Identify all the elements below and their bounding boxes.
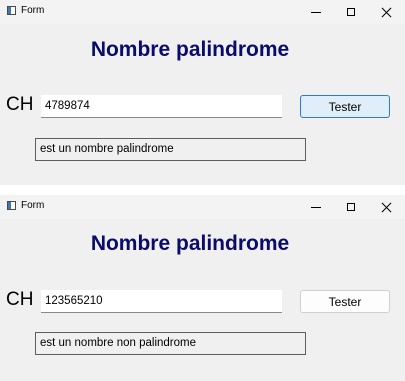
- number-input[interactable]: [41, 290, 282, 313]
- form-window-1: Form Nombre palindrome CH Tester est un …: [0, 0, 405, 185]
- ch-label: CH: [6, 289, 34, 310]
- page-title: Nombre palindrome: [90, 232, 290, 255]
- tester-button[interactable]: Tester: [300, 95, 390, 118]
- close-button[interactable]: [368, 195, 404, 219]
- maximize-button[interactable]: [333, 0, 369, 24]
- app-icon: [7, 6, 16, 15]
- close-icon: [381, 202, 392, 213]
- window-separator: [0, 185, 405, 195]
- ch-label: CH: [6, 94, 34, 115]
- form-window-2: Form Nombre palindrome CH Tester est un …: [0, 195, 405, 381]
- minimize-button[interactable]: [298, 195, 334, 219]
- minimize-icon: [311, 206, 321, 208]
- title-bar[interactable]: Form: [0, 0, 405, 24]
- app-icon: [7, 201, 16, 210]
- tester-button[interactable]: Tester: [300, 290, 390, 313]
- title-bar[interactable]: Form: [0, 195, 405, 219]
- result-label: est un nombre palindrome: [35, 138, 306, 161]
- close-button[interactable]: [368, 0, 404, 24]
- minimize-button[interactable]: [298, 0, 334, 24]
- page-title: Nombre palindrome: [90, 38, 290, 61]
- minimize-icon: [311, 11, 321, 13]
- maximize-button[interactable]: [333, 195, 369, 219]
- close-icon: [381, 7, 392, 18]
- maximize-icon: [347, 203, 355, 211]
- result-label: est un nombre non palindrome: [35, 332, 306, 355]
- maximize-icon: [347, 8, 355, 16]
- number-input[interactable]: [41, 95, 282, 118]
- window-title: Form: [21, 200, 45, 211]
- window-title: Form: [21, 5, 45, 16]
